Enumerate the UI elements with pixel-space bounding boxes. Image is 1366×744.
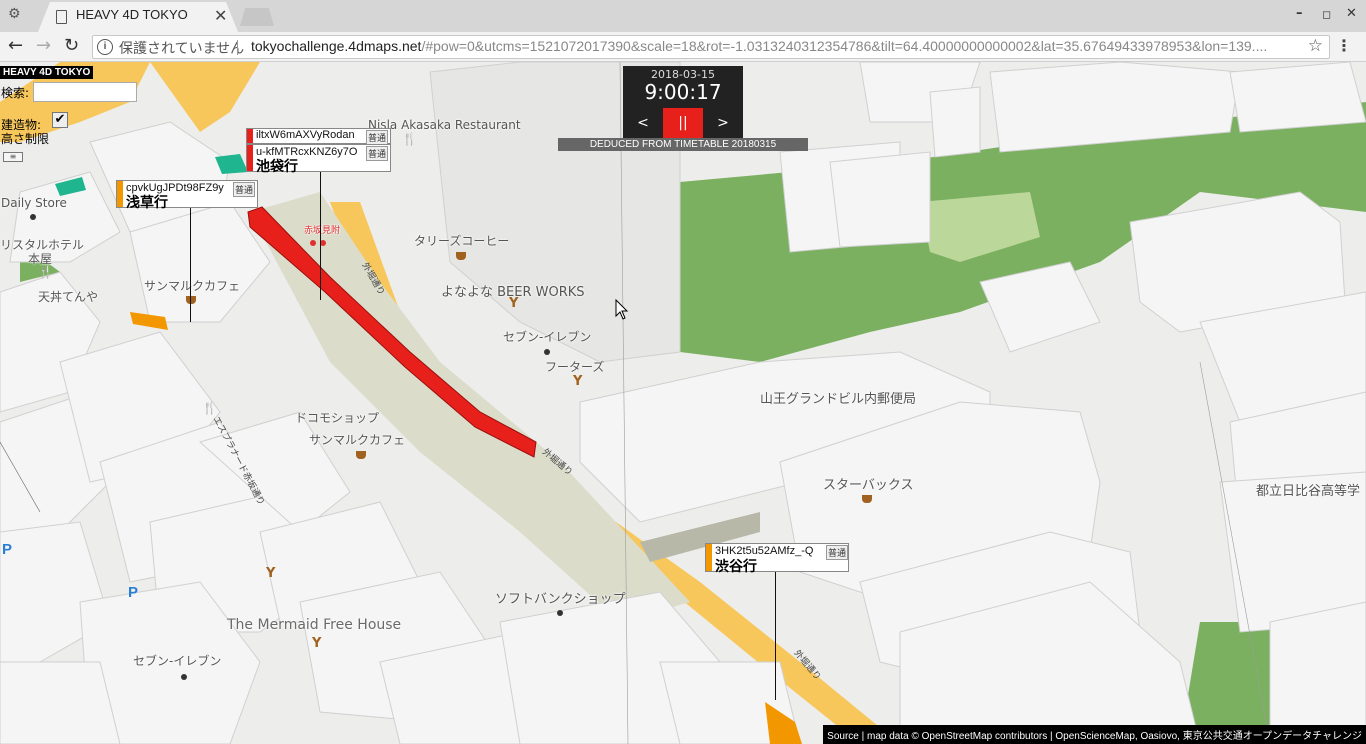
building-height-label: 建造物: 高さ制限 (1, 118, 49, 146)
clock-time: 9:00:17 (644, 80, 722, 104)
poi-seven-eleven-1: セブン-イレブン (503, 330, 592, 344)
restaurant-icon: 🍴 (38, 265, 53, 279)
train-destination: 渋谷行 (715, 558, 757, 574)
minimize-icon[interactable]: – (1296, 6, 1303, 21)
shop-icon (30, 214, 36, 220)
step-forward-button[interactable]: > (703, 108, 743, 138)
building-height-checkbox[interactable]: ✔ (52, 112, 68, 128)
new-tab-button[interactable] (240, 8, 274, 26)
train-tag-stem (775, 572, 776, 700)
tab-bar: ⚙ HEAVY 4D TOKYO ✕ – ◻ ✕ (0, 0, 1366, 32)
cafe-icon (456, 252, 466, 260)
bar-icon: Y (573, 374, 583, 389)
train-tag[interactable]: 3HK2t5u52AMfz_-Q 普通 渋谷行 (705, 543, 849, 574)
restaurant-icon: 🍴 (202, 401, 217, 415)
step-back-button[interactable]: < (623, 108, 663, 138)
search-input[interactable] (33, 82, 137, 102)
layer-menu-icon[interactable]: ≡ (3, 152, 23, 162)
train-destination: 池袋行 (256, 158, 298, 174)
train-kind: 普通 (366, 130, 389, 145)
poi-starbucks: スターバックス (823, 478, 914, 493)
poi-seven-eleven-2: セブン-イレブン (133, 654, 222, 668)
train-tag[interactable]: iltxW6mAXVyRodan 普通 (246, 128, 391, 145)
line-color-bar (247, 129, 253, 143)
tab-close-icon[interactable]: ✕ (214, 6, 227, 25)
station-akasaka-mitsuke: 赤坂見附 (304, 226, 341, 236)
train-tag-stem (320, 170, 321, 300)
map-canvas[interactable]: Nisla Akasaka Restaurant 🍴 タリーズコーヒー よなよな… (0, 62, 1366, 744)
train-kind: 普通 (366, 146, 389, 161)
train-id: iltxW6mAXVyRodan (256, 129, 355, 141)
shop-icon (544, 349, 550, 355)
poi-hibiya-high-school: 都立日比谷高等学 (1256, 484, 1361, 499)
line-color-bar (117, 181, 123, 207)
cafe-icon (862, 495, 872, 503)
bookmark-star-icon[interactable]: ☆ (1308, 36, 1323, 56)
poi-saint-marc-cafe-2: サンマルクカフェ (144, 279, 241, 293)
train-tag[interactable]: u-kfMTRcxKNZ6y7O 普通 池袋行 (246, 144, 391, 174)
parking-icon: P (128, 584, 139, 601)
poi-saint-marc-cafe-1: サンマルクカフェ (309, 433, 406, 447)
pause-button[interactable]: || (663, 108, 703, 138)
url-path: /#pow=0&utcms=1521072017390&scale=18&rot… (421, 38, 1268, 54)
document-icon (56, 10, 67, 24)
bar-icon: Y (266, 566, 276, 581)
address-bar[interactable]: i 保護されていません tokyochallenge.4dmaps.net/#p… (92, 35, 1330, 59)
train-destination: 浅草行 (126, 194, 168, 210)
poi-tullys: タリーズコーヒー (414, 234, 510, 248)
poi-tendon-tenya: 天丼てんや (38, 290, 99, 304)
line-color-bar (706, 544, 712, 571)
line-color-bar (247, 145, 253, 171)
poi-daily-store: Daily Store (1, 196, 67, 210)
time-control-panel: 2018-03-15 9:00:17 < || > (623, 66, 743, 138)
building-label-line2: 高さ制限 (1, 132, 50, 146)
browser-toolbar: ← → ↻ i 保護されていません tokyochallenge.4dmaps.… (0, 32, 1366, 62)
security-status: 保護されていません (119, 40, 245, 56)
tab-title: HEAVY 4D TOKYO (76, 7, 188, 22)
train-tag-stem (190, 207, 191, 322)
train-kind: 普通 (826, 545, 849, 560)
train-tag[interactable]: cpvkUgJPDt98FZ9y 普通 浅草行 (116, 180, 258, 210)
address-separator (237, 40, 238, 55)
building-label-line1: 建造物: (1, 118, 42, 132)
shop-icon (181, 674, 187, 680)
incognito-icon: ⚙ (8, 6, 21, 22)
mouse-cursor-icon (615, 299, 629, 320)
bar-icon: Y (509, 296, 519, 311)
bar-icon: Y (312, 636, 322, 651)
app-title: HEAVY 4D TOKYO (0, 66, 94, 79)
browser-tab[interactable]: HEAVY 4D TOKYO ✕ (38, 2, 238, 32)
poi-footers: フーターズ (545, 360, 605, 374)
train-kind: 普通 (233, 182, 256, 197)
restaurant-icon: 🍴 (402, 132, 417, 146)
poi-softbank-shop: ソフトバンクショップ (495, 592, 626, 607)
shop-icon (557, 610, 563, 616)
maximize-icon[interactable]: ◻ (1322, 8, 1331, 21)
forward-arrow-icon[interactable]: → (36, 36, 51, 56)
url-host: tokyochallenge.4dmaps.net (251, 38, 422, 54)
info-icon[interactable]: i (97, 39, 113, 55)
url-text: tokyochallenge.4dmaps.net/#pow=0&utcms=1… (251, 38, 1267, 54)
browser-menu-icon[interactable]: ⋮ (1336, 36, 1352, 55)
map-attribution: Source | map data © OpenStreetMap contri… (823, 725, 1366, 744)
poi-sanno-post-office: 山王グランドビル内郵便局 (760, 392, 917, 407)
poi-mermaid-free-house: The Mermaid Free House (227, 617, 402, 633)
poi-docomo-shop: ドコモショップ (295, 411, 380, 425)
search-label: 検索: (1, 86, 30, 100)
cafe-icon (186, 296, 196, 304)
timetable-notice: DEDUCED FROM TIMETABLE 20180315 (558, 138, 808, 151)
station-entrance-icon (310, 240, 316, 246)
reload-icon[interactable]: ↻ (64, 36, 79, 56)
parking-icon: P (2, 541, 13, 558)
cafe-icon (356, 451, 366, 459)
close-window-icon[interactable]: ✕ (1346, 6, 1357, 21)
back-arrow-icon[interactable]: ← (8, 36, 23, 56)
